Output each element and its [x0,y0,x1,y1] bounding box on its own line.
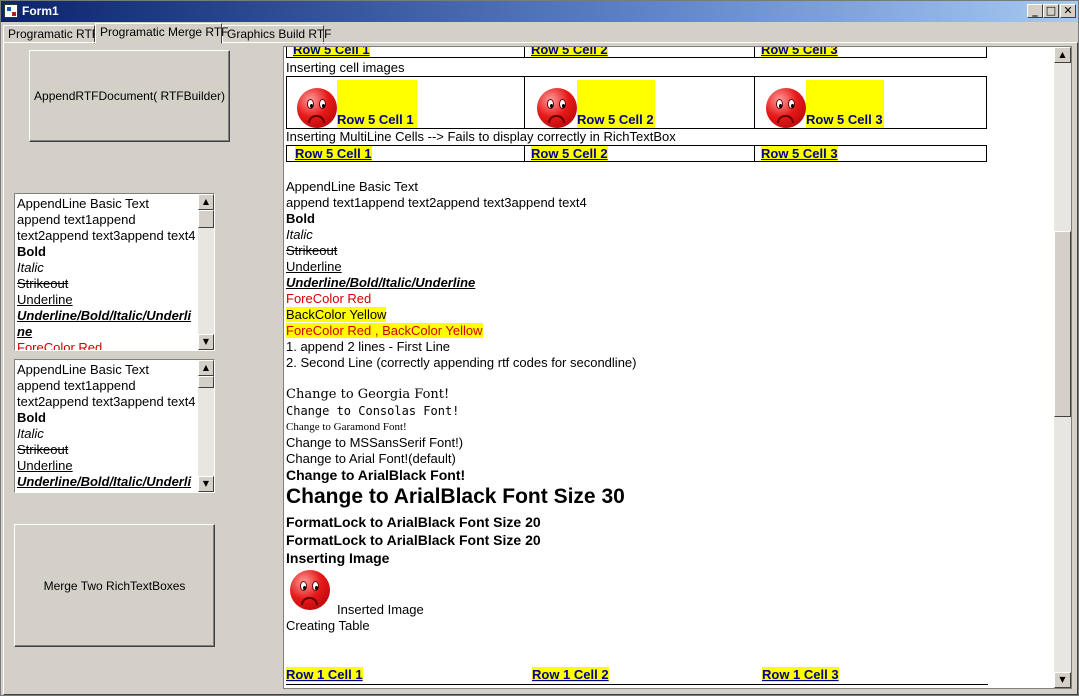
list-item-1: 1. append 2 lines - First Line [286,339,451,354]
table-cell: Row 5 Cell 1 [337,112,414,127]
main-scroll-thumb[interactable] [1054,231,1071,417]
app-icon [4,4,18,18]
sad-smiley-icon [766,88,806,128]
close-button[interactable]: ✕ [1060,4,1076,18]
rtb2-scroll-down-icon[interactable]: ▼ [198,476,214,492]
rtb1-line-italic: Italic [17,260,44,275]
main-scrollbar[interactable]: ▲ ▼ [1054,47,1071,688]
rtb2-scrollbar[interactable]: ▲ ▼ [198,360,214,492]
rtb1-line-combo-wrap: ne [17,324,33,339]
garamond-font-text: Change to Garamond Font! [286,421,407,433]
arialblack-font-text: Change to ArialBlack Font! [286,467,466,483]
table-cell: Row 5 Cell 2 [531,146,608,161]
arialblack-30-text: Change to ArialBlack Font Size 30 [286,485,625,508]
rtb1-line-combo: Underline/Bold/Italic/Underli [17,308,192,323]
main-scroll-up-icon[interactable]: ▲ [1054,47,1071,63]
rtb2-scroll-up-icon[interactable]: ▲ [198,360,214,376]
rtb1-scroll-thumb[interactable] [198,210,214,228]
table-cell: Row 5 Cell 3 [761,146,838,161]
strikeout-text: Strikeout [286,243,338,258]
table-cell: Row 5 Cell 1 [295,146,372,161]
georgia-font-text: Change to Georgia Font! [286,387,450,402]
table-cell: Row 5 Cell 2 [531,47,608,57]
multiline-heading-text: Inserting MultiLine Cells --> Fails to d… [286,129,676,144]
rich-text-box-1[interactable]: AppendLine Basic Text append text1append… [14,193,215,351]
table-cell: Row 1 Cell 2 [532,667,609,682]
table-cell: Row 5 Cell 3 [806,112,883,127]
rtb2-line-basic: AppendLine Basic Text [17,362,150,377]
table-cell: Row 1 Cell 3 [762,667,839,682]
forecolor-backcolor-text: ForeColor Red , BackColor Yellow [286,323,483,338]
creating-table-text: Creating Table [286,618,370,633]
formatlock-text-2: FormatLock to ArialBlack Font Size 20 [286,532,541,548]
tab-programatic-merge-rtf[interactable]: Programatic Merge RTF [95,23,228,44]
arial-font-text: Change to Arial Font!(default) [286,451,456,466]
rtb2-line-append2: text2append text3append text4 [17,394,196,409]
rtb2-scroll-thumb[interactable] [198,376,214,388]
table-cell: Row 5 Cell 3 [761,47,838,57]
rtb2-line-italic: Italic [17,426,44,441]
rtb2-line-underline: Underline [17,458,73,473]
table-image-row: Row 5 Cell 1 Row 5 Cell 2 Row 5 Cell 3 [286,76,987,129]
rtb2-line-bold: Bold [17,410,46,425]
table-cell: Row 5 Cell 2 [577,112,654,127]
combo-format-text: Underline/Bold/Italic/Underline [286,275,476,290]
consolas-font-text: Change to Consolas Font! [286,404,460,418]
sad-smiley-icon [537,88,577,128]
rtb1-scrollbar[interactable]: ▲ ▼ [198,194,214,350]
append-basic-text: AppendLine Basic Text [286,179,419,194]
minimize-button[interactable]: _ [1027,4,1043,18]
sad-smiley-icon [290,570,330,610]
form1-window: Form1 _ □ ✕ Programatic RTF Programatic … [0,0,1079,696]
forecolor-red-text: ForeColor Red [286,291,372,306]
rtb1-line-forecolor: ForeColor Red [17,340,103,351]
table-row5-top: Row 5 Cell 1 Row 5 Cell 2 Row 5 Cell 3 [286,47,987,58]
rtb1-line-bold: Bold [17,244,46,259]
rtb1-line-basic: AppendLine Basic Text [17,196,150,211]
backcolor-yellow-text: BackColor Yellow [286,307,387,322]
rtb1-line-underline: Underline [17,292,73,307]
table-cell: Row 5 Cell 1 [293,47,370,57]
rtb1-line-append1: append text1append [17,212,136,227]
merge-richtextboxes-button[interactable]: Merge Two RichTextBoxes [14,524,215,647]
rtb1-scroll-up-icon[interactable]: ▲ [198,194,214,210]
table-multiline-row: Row 5 Cell 1 Row 5 Cell 2 Row 5 Cell 3 [286,145,987,162]
inserted-image-text: Inserted Image [337,602,424,617]
inserting-image-text: Inserting Image [286,550,390,566]
list-item-2: 2. Second Line (correctly appending rtf … [286,355,637,370]
rich-text-box-2[interactable]: AppendLine Basic Text append text1append… [14,359,215,493]
main-scroll-down-icon[interactable]: ▼ [1054,672,1071,688]
rtb1-scroll-down-icon[interactable]: ▼ [198,334,214,350]
mssans-font-text: Change to MSSansSerif Font!) [286,435,464,450]
rtb1-line-append2: text2append text3append text4 [17,228,196,243]
window-title: Form1 [22,4,59,18]
main-rich-text-box[interactable]: Row 5 Cell 1 Row 5 Cell 2 Row 5 Cell 3 I… [283,46,1072,689]
italic-text: Italic [286,227,313,242]
table-cell: Row 1 Cell 1 [286,667,363,682]
append-text-line: append text1append text2append text3appe… [286,195,587,210]
rtb2-line-append1: append text1append [17,378,136,393]
maximize-button[interactable]: □ [1043,4,1059,18]
sad-smiley-icon [297,88,337,128]
append-rtf-document-button[interactable]: AppendRTFDocument( RTFBuilder) [29,50,230,142]
rtb2-line-strikeout: Strikeout [17,442,69,457]
bold-text: Bold [286,211,315,226]
formatlock-text-1: FormatLock to ArialBlack Font Size 20 [286,514,541,530]
rtb1-line-strikeout: Strikeout [17,276,69,291]
inserting-cell-images-text: Inserting cell images [286,60,405,75]
title-bar[interactable]: Form1 _ □ ✕ [1,1,1078,22]
rtb2-line-combo: Underline/Bold/Italic/Underli [17,474,192,489]
underline-text: Underline [286,259,342,274]
table-border [286,684,988,685]
